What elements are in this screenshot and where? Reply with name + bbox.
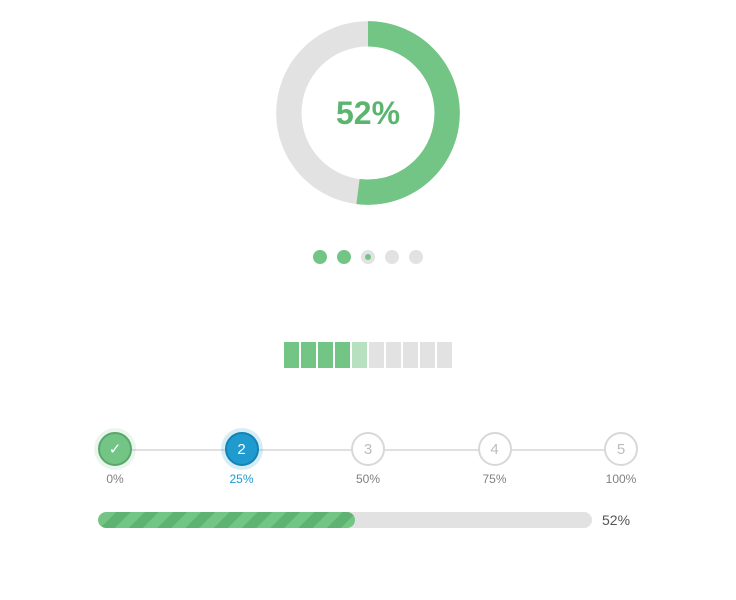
loader-dot [361,250,375,264]
step-circle[interactable]: 3 [351,432,385,466]
loader-dot [409,250,423,264]
step-circle-done[interactable]: ✓ [98,432,132,466]
step-label: 75% [482,472,506,486]
segment [301,342,316,368]
progress-bar-track [98,512,592,528]
check-icon: ✓ [109,440,122,458]
segment [369,342,384,368]
step-item[interactable]: 350% [351,432,385,486]
step-circle[interactable]: 4 [478,432,512,466]
segment [352,342,367,368]
segment [335,342,350,368]
segment [284,342,299,368]
step-label: 100% [606,472,637,486]
progress-bar-row: 52% [98,512,638,528]
step-item[interactable]: ✓ 0% [98,432,132,486]
loader-dot [337,250,351,264]
step-progress: ✓0%225%350%475%5100% [98,432,638,486]
step-label: 0% [106,472,123,486]
dots-loader [313,250,423,264]
step-circle-active[interactable]: 2 [225,432,259,466]
segment [318,342,333,368]
step-item[interactable]: 5 100% [604,432,638,486]
step-row: ✓0%225%350%475%5100% [98,432,638,486]
segment [403,342,418,368]
step-item[interactable]: 475% [478,432,512,486]
loader-dot [313,250,327,264]
step-item[interactable]: 225% [225,432,259,486]
segment [420,342,435,368]
step-label: 25% [229,472,253,486]
loader-dot [385,250,399,264]
segment [386,342,401,368]
progress-bar-label: 52% [602,512,638,528]
circular-progress: 52% [273,18,463,208]
step-label: 50% [356,472,380,486]
segment [437,342,452,368]
step-circle[interactable]: 5 [604,432,638,466]
progress-bar-fill [98,512,355,528]
segmented-progress [284,342,452,368]
ring-percent-label: 52% [273,18,463,208]
